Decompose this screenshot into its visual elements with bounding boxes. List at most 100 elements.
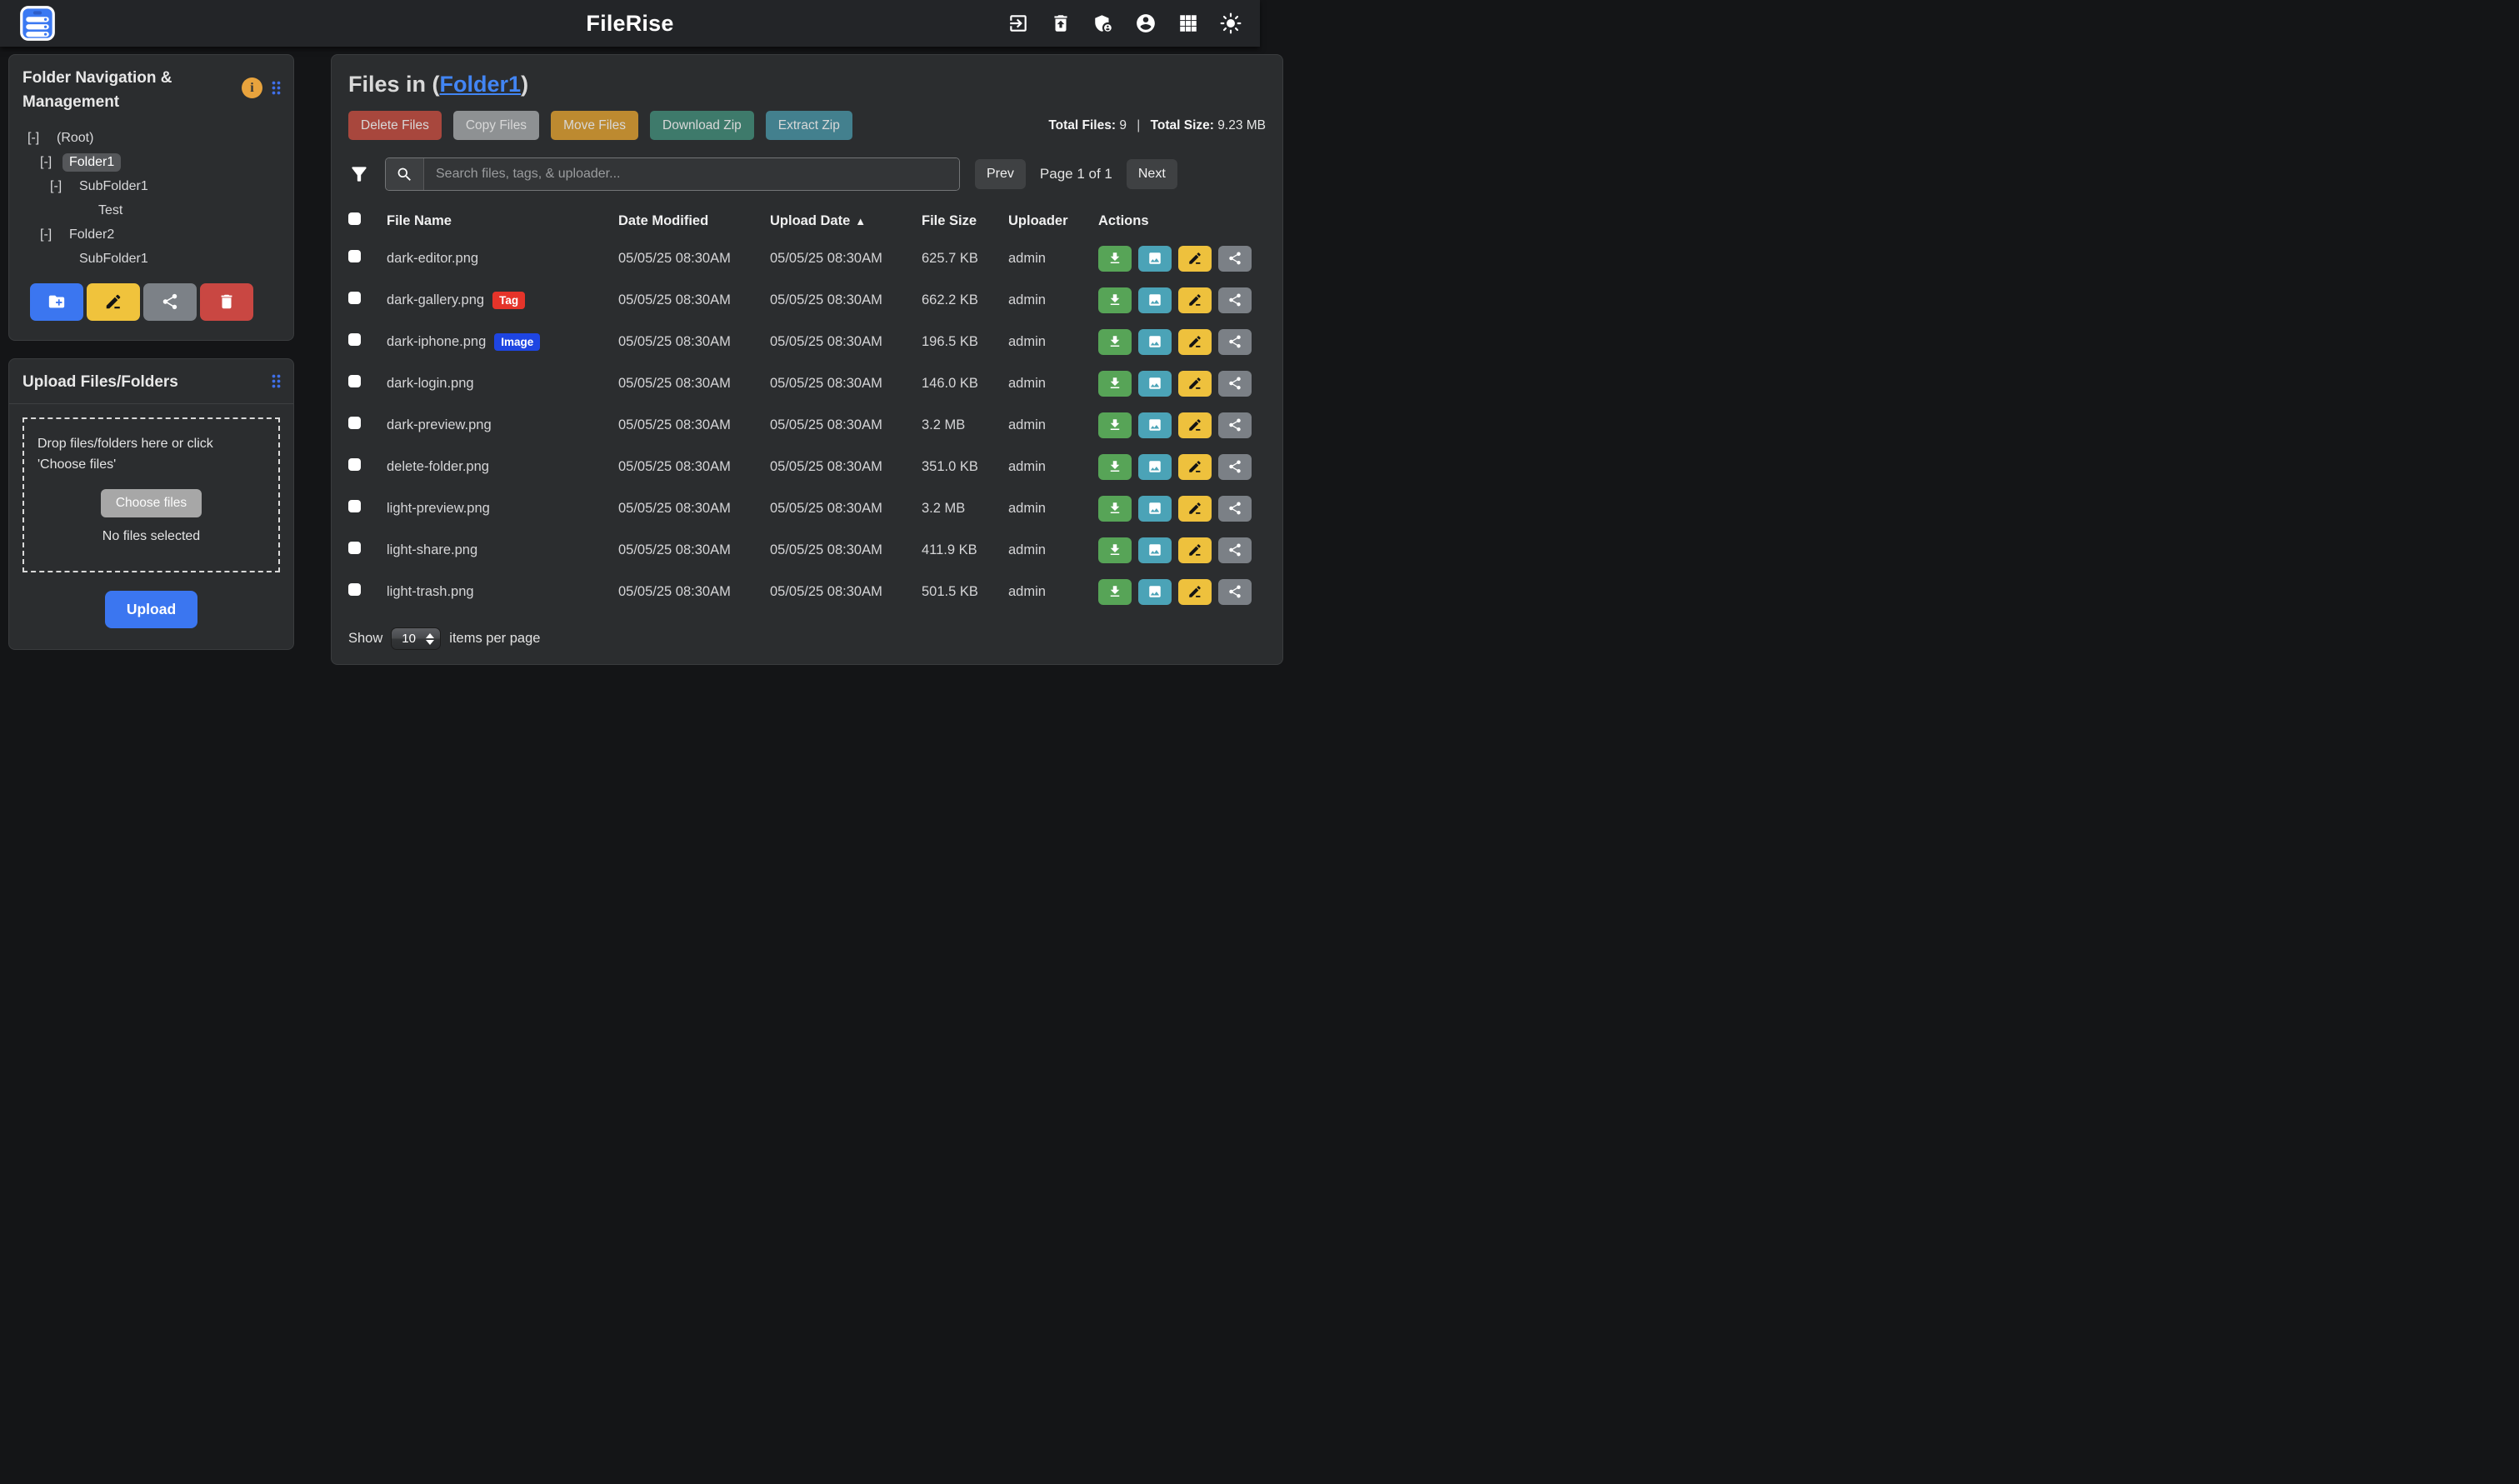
row-checkbox[interactable] [348, 333, 361, 346]
share-button[interactable] [1218, 371, 1252, 397]
share-button[interactable] [1218, 537, 1252, 563]
column-header-date-modified[interactable]: Date Modified [618, 213, 770, 229]
folder-name[interactable]: Folder1 [62, 153, 121, 172]
folder-tree-item[interactable]: [-] SubFolder1 [17, 175, 285, 199]
folder-name[interactable]: SubFolder1 [72, 177, 155, 196]
light-mode-icon[interactable] [1220, 12, 1242, 34]
toolbar-button[interactable]: Copy Files [453, 111, 539, 140]
download-button[interactable] [1098, 329, 1132, 355]
download-button[interactable] [1098, 579, 1132, 605]
edit-button[interactable] [1178, 412, 1212, 438]
account-circle-icon[interactable] [1135, 12, 1157, 34]
rename-folder-button[interactable] [87, 283, 140, 321]
share-folder-button[interactable] [143, 283, 197, 321]
edit-pencil-icon [1187, 334, 1202, 349]
preview-image-button[interactable] [1138, 537, 1172, 563]
preview-image-button[interactable] [1138, 287, 1172, 313]
drag-handle-icon[interactable] [271, 80, 282, 96]
tree-toggle[interactable]: [-] [40, 155, 62, 170]
preview-image-button[interactable] [1138, 579, 1172, 605]
row-checkbox[interactable] [348, 250, 361, 262]
upload-button[interactable]: Upload [105, 591, 197, 628]
row-checkbox[interactable] [348, 292, 361, 304]
date-modified: 05/05/25 08:30AM [618, 417, 770, 433]
edit-button[interactable] [1178, 579, 1212, 605]
items-per-page-select[interactable]: 10 [391, 627, 441, 650]
folder-tree-item[interactable]: [-] Folder2 [17, 223, 285, 247]
edit-button[interactable] [1178, 329, 1212, 355]
column-header-file-name[interactable]: File Name [387, 213, 618, 229]
download-button[interactable] [1098, 412, 1132, 438]
folder-navigation-panel: Folder Navigation & Management [-] (Root… [8, 54, 294, 341]
row-checkbox[interactable] [348, 542, 361, 554]
share-button[interactable] [1218, 287, 1252, 313]
next-page-button[interactable]: Next [1127, 159, 1177, 189]
preview-image-button[interactable] [1138, 496, 1172, 522]
grid-view-icon[interactable] [1177, 12, 1199, 34]
preview-image-button[interactable] [1138, 329, 1172, 355]
download-button[interactable] [1098, 496, 1132, 522]
filter-icon[interactable] [348, 163, 370, 185]
edit-button[interactable] [1178, 246, 1212, 272]
toolbar-button[interactable]: Move Files [551, 111, 638, 140]
folder-name[interactable]: Folder2 [62, 226, 121, 244]
share-button[interactable] [1218, 329, 1252, 355]
folder-tree-item[interactable]: [-] (Root) [17, 127, 285, 151]
row-checkbox[interactable] [348, 500, 361, 512]
download-button[interactable] [1098, 287, 1132, 313]
row-checkbox[interactable] [348, 375, 361, 387]
column-header-upload-date[interactable]: Upload Date▲ [770, 213, 922, 229]
folder-name[interactable]: Test [92, 202, 129, 220]
prev-page-button[interactable]: Prev [975, 159, 1026, 189]
edit-button[interactable] [1178, 537, 1212, 563]
toolbar-button[interactable]: Download Zip [650, 111, 754, 140]
edit-button[interactable] [1178, 371, 1212, 397]
app-logo[interactable] [18, 4, 57, 42]
search-input[interactable] [424, 158, 959, 190]
dropzone[interactable]: Drop files/folders here or click 'Choose… [22, 417, 280, 572]
table-row: dark-login.png 05/05/25 08:30AM 05/05/25… [348, 362, 1266, 404]
column-header-uploader[interactable]: Uploader [1008, 213, 1098, 229]
preview-image-button[interactable] [1138, 371, 1172, 397]
folder-name[interactable]: SubFolder1 [72, 250, 155, 268]
current-folder-link[interactable]: Folder1 [440, 72, 522, 97]
folder-tree-item[interactable]: [-] Folder1 [17, 151, 285, 175]
delete-folder-button[interactable] [200, 283, 253, 321]
row-checkbox[interactable] [348, 417, 361, 429]
toolbar-button[interactable]: Extract Zip [766, 111, 852, 140]
preview-image-button[interactable] [1138, 454, 1172, 480]
download-button[interactable] [1098, 537, 1132, 563]
toolbar-button[interactable]: Delete Files [348, 111, 442, 140]
folder-name[interactable]: (Root) [50, 129, 100, 147]
admin-settings-icon[interactable] [1092, 12, 1114, 34]
share-button[interactable] [1218, 579, 1252, 605]
share-button[interactable] [1218, 454, 1252, 480]
share-button[interactable] [1218, 496, 1252, 522]
share-button[interactable] [1218, 412, 1252, 438]
download-button[interactable] [1098, 454, 1132, 480]
share-button[interactable] [1218, 246, 1252, 272]
column-header-file-size[interactable]: File Size [922, 213, 1008, 229]
exit-to-app-icon[interactable] [1007, 12, 1029, 34]
select-all-checkbox[interactable] [348, 212, 361, 225]
tree-toggle[interactable]: [-] [27, 131, 50, 146]
folder-tree-item[interactable]: Test [17, 199, 285, 223]
search-icon[interactable] [386, 158, 424, 190]
preview-image-button[interactable] [1138, 246, 1172, 272]
tree-toggle[interactable]: [-] [50, 179, 72, 194]
restore-from-trash-icon[interactable] [1050, 12, 1072, 34]
edit-button[interactable] [1178, 454, 1212, 480]
preview-image-button[interactable] [1138, 412, 1172, 438]
tree-toggle[interactable]: [-] [40, 227, 62, 242]
download-button[interactable] [1098, 371, 1132, 397]
row-checkbox[interactable] [348, 583, 361, 596]
create-folder-button[interactable] [30, 283, 83, 321]
drag-handle-icon[interactable] [271, 373, 282, 389]
edit-button[interactable] [1178, 496, 1212, 522]
download-button[interactable] [1098, 246, 1132, 272]
edit-button[interactable] [1178, 287, 1212, 313]
folder-tree-item[interactable]: SubFolder1 [17, 247, 285, 272]
row-checkbox[interactable] [348, 458, 361, 471]
choose-files-button[interactable]: Choose files [101, 489, 202, 517]
info-icon[interactable] [242, 77, 262, 98]
